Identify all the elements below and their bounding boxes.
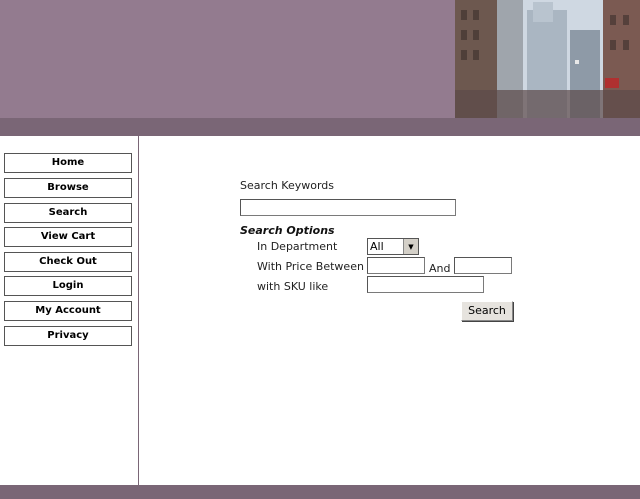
search-submit-button[interactable]: Search	[461, 301, 513, 321]
nav-home-button[interactable]: Home	[4, 153, 132, 173]
nav-search-button[interactable]: Search	[4, 203, 132, 223]
price-label: With Price Between	[257, 260, 364, 273]
chevron-down-icon[interactable]: ▼	[403, 239, 418, 254]
price-max-input[interactable]	[454, 257, 512, 274]
sku-label: with SKU like	[257, 280, 329, 293]
keywords-input[interactable]	[240, 199, 456, 216]
department-selected-value: All	[370, 240, 384, 253]
department-label: In Department	[257, 240, 338, 253]
keywords-label: Search Keywords	[240, 179, 334, 192]
header-banner	[0, 0, 640, 118]
nav-check-out-button[interactable]: Check Out	[4, 252, 132, 272]
price-and-label: And	[429, 262, 451, 275]
sidebar-nav: Home Browse Search View Cart Check Out L…	[0, 136, 139, 485]
department-select[interactable]: All ▼	[367, 238, 419, 255]
price-min-input[interactable]	[367, 257, 425, 274]
city-skyline-photo	[455, 0, 640, 118]
nav-browse-button[interactable]: Browse	[4, 178, 132, 198]
sku-input[interactable]	[367, 276, 484, 293]
nav-my-account-button[interactable]: My Account	[4, 301, 132, 321]
nav-privacy-button[interactable]: Privacy	[4, 326, 132, 346]
search-options-heading: Search Options	[240, 224, 335, 237]
nav-view-cart-button[interactable]: View Cart	[4, 227, 132, 247]
footer-band	[0, 485, 640, 499]
nav-login-button[interactable]: Login	[4, 276, 132, 296]
header-divider-band	[0, 118, 640, 136]
search-form: Search Keywords Search Options In Depart…	[139, 136, 640, 485]
skyline-illustration	[455, 0, 640, 118]
